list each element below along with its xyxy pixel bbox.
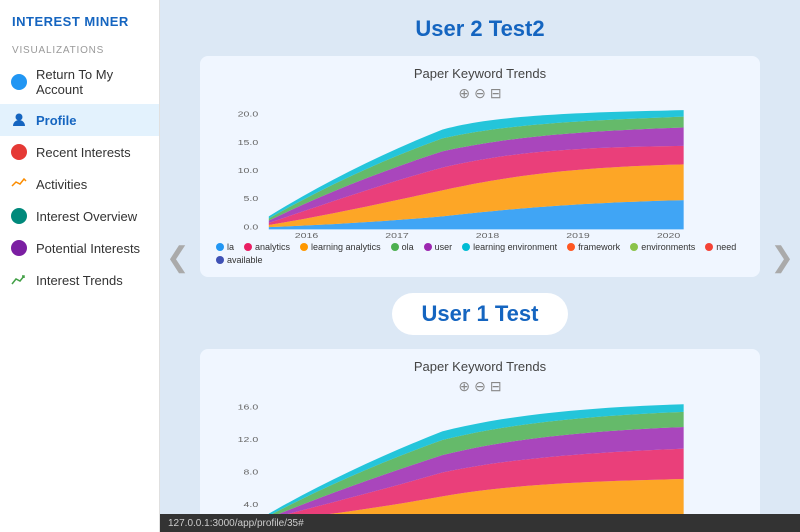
sidebar-item-label: Potential Interests (36, 241, 140, 256)
trends-icon (10, 271, 28, 289)
chart2-area: 16.0 12.0 8.0 4.0 0.0 2016 2017 2018 201… (216, 401, 744, 514)
activities-icon (10, 175, 28, 193)
sidebar-item-label: Recent Interests (36, 145, 131, 160)
chart1-svg: 20.0 15.0 10.0 5.0 0.0 2016 2017 2018 20… (216, 108, 744, 238)
sidebar-item-recent-interests[interactable]: Recent Interests (0, 136, 159, 168)
profile-icon (10, 111, 28, 129)
chart1-zoom-in[interactable]: ⊕ (458, 85, 470, 102)
svg-text:2016: 2016 (295, 231, 318, 238)
sidebar-item-interest-trends[interactable]: Interest Trends (0, 264, 159, 296)
chart2-svg: 16.0 12.0 8.0 4.0 0.0 2016 2017 2018 201… (216, 401, 744, 514)
svg-text:0.0: 0.0 (244, 223, 259, 231)
user1-title: User 2 Test2 (200, 16, 760, 42)
status-bar: 127.0.0.1:3000/app/profile/35# (160, 514, 800, 532)
main-panel: ❮ ❯ User 2 Test2 Paper Keyword Trends ⊕ … (160, 0, 800, 514)
sidebar-item-return-account[interactable]: Return To My Account (0, 60, 159, 104)
chart2-card: Paper Keyword Trends ⊕ ⊖ ⊟ 16.0 12.0 8.0… (200, 349, 760, 514)
sidebar-item-potential-interests[interactable]: Potential Interests (0, 232, 159, 264)
potential-icon (10, 239, 28, 257)
user2-title: User 1 Test (392, 293, 569, 335)
user2-title-wrapper: User 1 Test (200, 293, 760, 349)
sidebar-item-label: Interest Trends (36, 273, 123, 288)
chart2-zoom-out[interactable]: ⊖ (474, 378, 486, 395)
svg-text:2019: 2019 (566, 231, 589, 238)
chart1-legend: la analytics learning analytics ola user… (216, 242, 744, 265)
sidebar-item-label: Interest Overview (36, 209, 137, 224)
sidebar-item-profile[interactable]: Profile (0, 104, 159, 136)
chart1-area: 20.0 15.0 10.0 5.0 0.0 2016 2017 2018 20… (216, 108, 744, 238)
svg-text:2018: 2018 (476, 231, 499, 238)
sidebar-item-label: Return To My Account (36, 67, 149, 97)
main-content: ❮ ❯ User 2 Test2 Paper Keyword Trends ⊕ … (160, 0, 800, 532)
svg-text:8.0: 8.0 (244, 468, 259, 476)
return-icon (10, 73, 28, 91)
status-url: 127.0.0.1:3000/app/profile/35# (168, 518, 304, 529)
sidebar: INTEREST MINER VISUALIZATIONS Return To … (0, 0, 160, 532)
chart1-zoom-out[interactable]: ⊖ (474, 85, 486, 102)
sidebar-section-label: VISUALIZATIONS (0, 39, 159, 60)
sidebar-item-interest-overview[interactable]: Interest Overview (0, 200, 159, 232)
app-title: INTEREST MINER (0, 0, 159, 39)
svg-text:4.0: 4.0 (244, 501, 259, 509)
chart1-controls: ⊕ ⊖ ⊟ (216, 85, 744, 102)
svg-text:12.0: 12.0 (238, 436, 259, 444)
chart2-title: Paper Keyword Trends (216, 359, 744, 374)
sidebar-item-activities[interactable]: Activities (0, 168, 159, 200)
svg-text:15.0: 15.0 (238, 138, 259, 146)
svg-text:5.0: 5.0 (244, 195, 259, 203)
svg-text:2020: 2020 (657, 231, 680, 238)
recent-icon (10, 143, 28, 161)
chart1-title: Paper Keyword Trends (216, 66, 744, 81)
chart2-zoom-in[interactable]: ⊕ (458, 378, 470, 395)
svg-text:2017: 2017 (385, 231, 408, 238)
nav-prev-button[interactable]: ❮ (166, 241, 189, 274)
nav-next-button[interactable]: ❯ (771, 241, 794, 274)
sidebar-item-label: Profile (36, 113, 76, 128)
svg-text:20.0: 20.0 (238, 110, 259, 118)
svg-text:16.0: 16.0 (238, 403, 259, 411)
chart1-reset[interactable]: ⊟ (490, 85, 502, 102)
chart2-controls: ⊕ ⊖ ⊟ (216, 378, 744, 395)
chart1-card: Paper Keyword Trends ⊕ ⊖ ⊟ 20.0 15.0 10.… (200, 56, 760, 277)
svg-text:10.0: 10.0 (238, 166, 259, 174)
chart2-reset[interactable]: ⊟ (490, 378, 502, 395)
sidebar-item-label: Activities (36, 177, 87, 192)
overview-icon (10, 207, 28, 225)
